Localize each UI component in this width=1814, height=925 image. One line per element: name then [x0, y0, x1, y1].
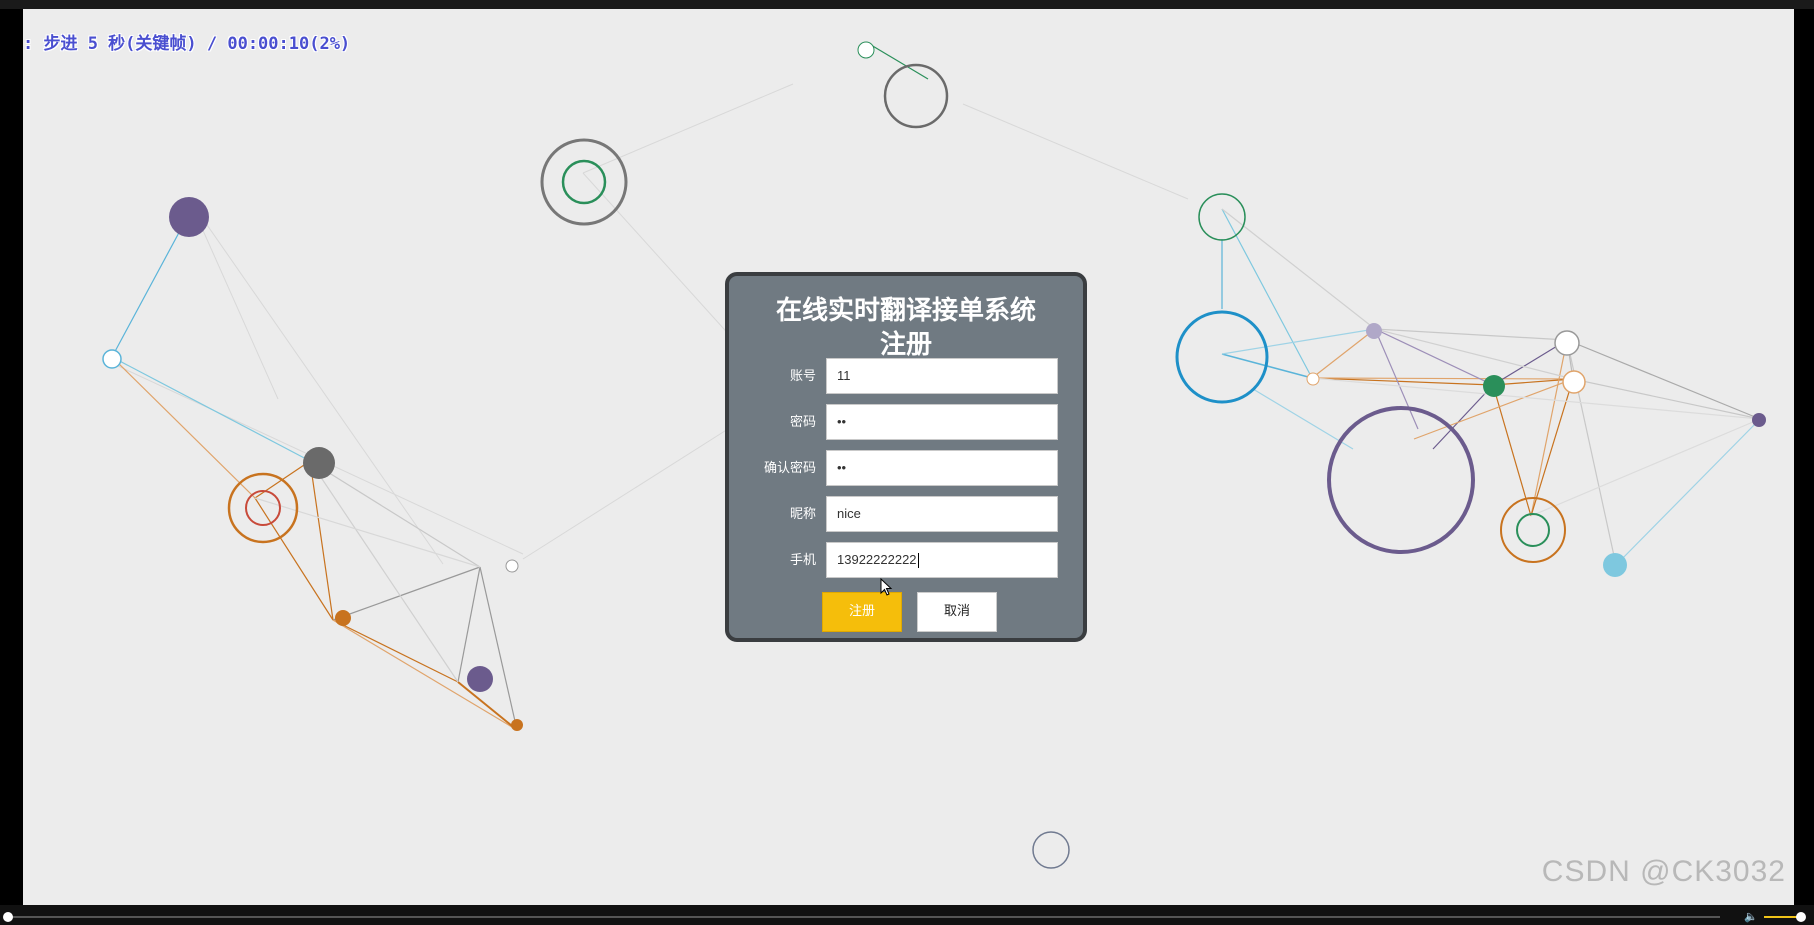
watermark: CSDN @CK3032 [1541, 855, 1786, 888]
particle-node [1516, 513, 1550, 547]
particle-node [1175, 310, 1269, 404]
password-input[interactable]: •• [826, 404, 1058, 440]
particle-node [1327, 406, 1475, 554]
phone-input[interactable]: 13922222222 [826, 542, 1058, 578]
system-title: 在线实时翻译接单系统 [775, 296, 1036, 326]
seek-knob[interactable] [3, 912, 13, 922]
register-title: 注册 [879, 330, 932, 360]
volume-knob[interactable] [1796, 912, 1806, 922]
text-caret [917, 553, 919, 569]
particle-node [1366, 323, 1382, 339]
particle-node [505, 559, 519, 573]
phone-value: 13922222222 [837, 552, 917, 567]
particle-node [102, 349, 122, 369]
panel-title: 在线实时翻译接单系统 注册 [729, 294, 1083, 362]
particle-node [1483, 375, 1505, 397]
particle-node [1752, 413, 1766, 427]
mouse-cursor-icon [880, 578, 893, 596]
particle-node [883, 63, 949, 129]
volume-icon[interactable]: 🔈 [1744, 910, 1758, 923]
particle-node [561, 159, 607, 205]
cancel-button[interactable]: 取消 [917, 592, 997, 632]
phone-row: 手机 13922222222 [729, 542, 1083, 580]
player-osd-text: : 步进 5 秒(关键帧) / 00:00:10(2%) [23, 34, 351, 54]
player-control-bar: 🔈 [0, 905, 1814, 925]
particle-node [1198, 193, 1246, 241]
particle-node [1032, 831, 1070, 869]
confirm-password-input[interactable]: •• [826, 450, 1058, 486]
particle-node [335, 610, 351, 626]
register-button[interactable]: 注册 [822, 592, 902, 632]
register-panel: 在线实时翻译接单系统 注册 账号 11 密码 •• 确认密码 •• 昵称 nic… [725, 272, 1087, 642]
volume-slider[interactable] [1764, 916, 1800, 918]
account-label: 账号 [789, 369, 816, 384]
password-row: 密码 •• [729, 404, 1083, 442]
phone-label: 手机 [789, 553, 816, 568]
particle-node [169, 197, 209, 237]
nickname-label: 昵称 [789, 507, 816, 522]
particle-node [1603, 553, 1627, 577]
particle-node [245, 490, 281, 526]
account-row: 账号 11 [729, 358, 1083, 396]
password-label: 密码 [789, 415, 816, 430]
particle-node [857, 41, 875, 59]
player-top-strip [0, 0, 1814, 9]
particle-node [303, 447, 335, 479]
particle-node [467, 666, 493, 692]
account-input[interactable]: 11 [826, 358, 1058, 394]
particle-node [1562, 370, 1586, 394]
confirm-password-row: 确认密码 •• [729, 450, 1083, 488]
particle-node [1554, 330, 1580, 356]
particle-node [511, 719, 523, 731]
nickname-input[interactable]: nice [826, 496, 1058, 532]
particle-node [1306, 372, 1320, 386]
particle-node [540, 138, 628, 226]
confirm-password-label: 确认密码 [763, 461, 816, 476]
seek-bar[interactable] [8, 916, 1720, 918]
nickname-row: 昵称 nice [729, 496, 1083, 534]
